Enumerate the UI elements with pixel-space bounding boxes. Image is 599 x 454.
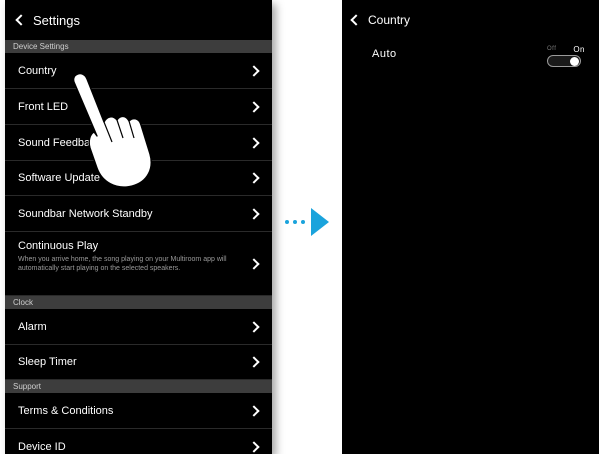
row-label: Device ID bbox=[18, 440, 66, 453]
chevron-right-icon bbox=[248, 320, 260, 333]
chevron-right-icon bbox=[248, 172, 260, 184]
settings-row-alarm[interactable]: Alarm bbox=[5, 309, 272, 345]
settings-row-software-update[interactable]: Software Update bbox=[5, 161, 272, 196]
row-label: Continuous Play bbox=[18, 240, 99, 252]
row-label: Terms & Conditions bbox=[18, 404, 114, 417]
row-label: Sound Feedback bbox=[18, 136, 102, 149]
section-header-device-settings: Device Settings bbox=[5, 40, 272, 53]
chevron-right-icon bbox=[248, 440, 260, 453]
row-label: Front LED bbox=[18, 100, 69, 113]
settings-screen: Settings Device Settings Country Front L… bbox=[5, 0, 272, 454]
country-title: Country bbox=[368, 13, 411, 27]
transition-arrow-icon bbox=[285, 208, 330, 236]
toggle-track[interactable] bbox=[547, 55, 581, 67]
row-label: Software Update bbox=[18, 172, 100, 184]
auto-toggle[interactable]: Off On bbox=[539, 45, 589, 68]
country-screen: Country Auto Off On bbox=[342, 0, 599, 454]
row-label: Soundbar Network Standby bbox=[18, 207, 153, 220]
section-header-support: Support bbox=[5, 380, 272, 393]
auto-label: Auto bbox=[372, 48, 397, 60]
settings-row-sound-feedback[interactable]: Sound Feedback bbox=[5, 125, 272, 161]
chevron-right-icon bbox=[248, 404, 260, 417]
row-label: Country bbox=[18, 64, 57, 77]
toggle-on-label: On bbox=[573, 45, 585, 54]
settings-row-device-id[interactable]: Device ID bbox=[5, 429, 272, 454]
chevron-right-icon bbox=[248, 257, 260, 270]
settings-header: Settings bbox=[5, 0, 272, 40]
section-header-clock: Clock bbox=[5, 296, 272, 309]
settings-row-terms[interactable]: Terms & Conditions bbox=[5, 393, 272, 429]
toggle-knob[interactable] bbox=[570, 56, 579, 66]
row-description: When you arrive home, the song playing o… bbox=[18, 256, 227, 272]
chevron-right-icon bbox=[248, 64, 260, 77]
settings-row-continuous-play[interactable]: Continuous Play When you arrive home, th… bbox=[5, 232, 272, 296]
chevron-right-icon bbox=[248, 207, 260, 220]
country-header: Country bbox=[342, 0, 599, 40]
chevron-right-icon bbox=[248, 100, 260, 113]
arrow-dot bbox=[301, 220, 305, 224]
row-label: Sleep Timer bbox=[18, 356, 77, 368]
row-label: Alarm bbox=[18, 320, 47, 333]
chevron-right-icon bbox=[248, 356, 260, 368]
auto-country-row: Auto Off On bbox=[342, 40, 599, 70]
chevron-right-icon bbox=[248, 136, 260, 149]
arrow-dot bbox=[293, 220, 297, 224]
settings-row-sleep-timer[interactable]: Sleep Timer bbox=[5, 345, 272, 380]
arrow-head bbox=[311, 208, 329, 236]
back-chevron-icon[interactable] bbox=[15, 14, 27, 26]
settings-title: Settings bbox=[33, 12, 80, 28]
settings-row-soundbar-network-standby[interactable]: Soundbar Network Standby bbox=[5, 196, 272, 232]
settings-row-front-led[interactable]: Front LED bbox=[5, 89, 272, 125]
back-chevron-icon[interactable] bbox=[350, 14, 362, 26]
settings-row-country[interactable]: Country bbox=[5, 53, 272, 89]
arrow-dot bbox=[285, 220, 289, 224]
toggle-off-label: Off bbox=[547, 46, 557, 52]
